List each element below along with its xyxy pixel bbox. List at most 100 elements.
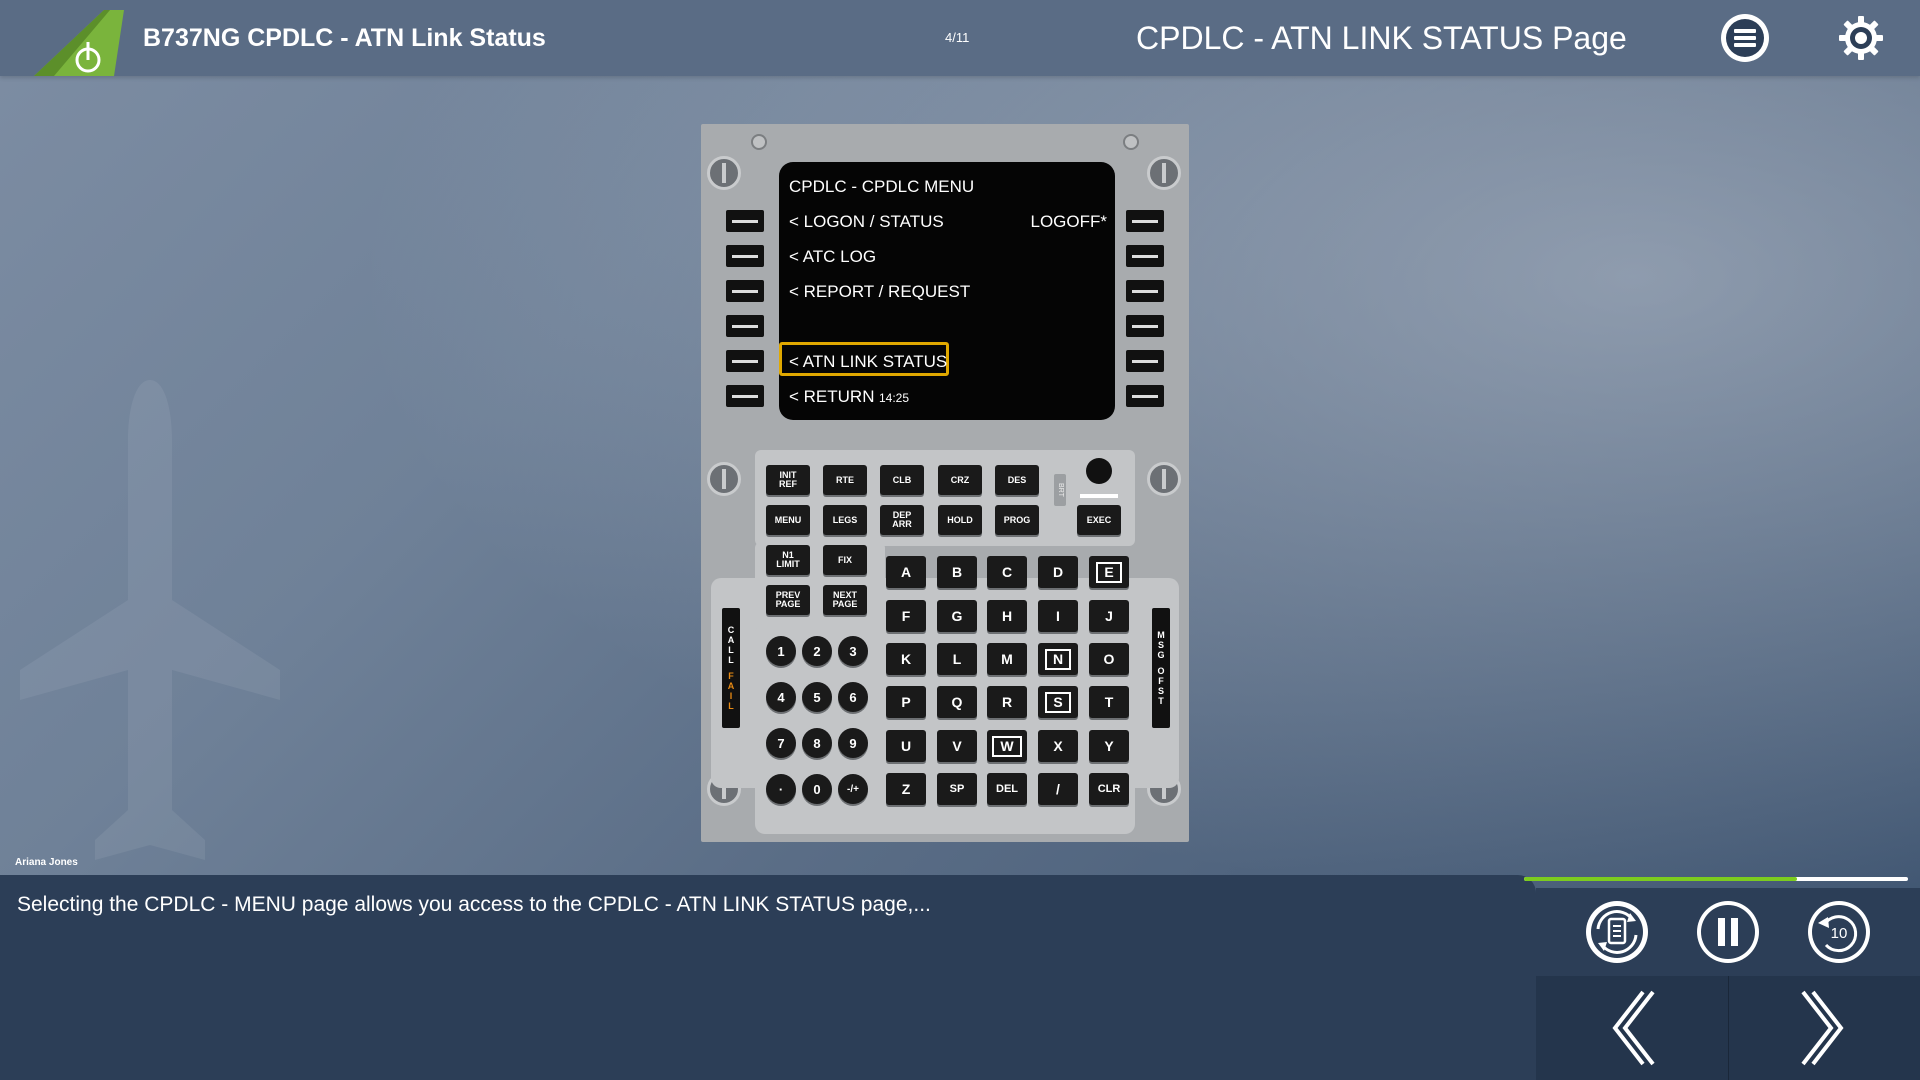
key-w[interactable]: W: [987, 730, 1027, 762]
settings-button[interactable]: [1837, 14, 1885, 62]
key-j[interactable]: J: [1089, 600, 1129, 632]
key-1[interactable]: 1: [766, 636, 796, 666]
brightness-knob[interactable]: [1086, 458, 1112, 484]
key-plus-minus[interactable]: -/+: [838, 774, 868, 804]
lsk-1l[interactable]: [726, 210, 764, 232]
key-label: SP: [949, 782, 965, 795]
key-a[interactable]: A: [886, 556, 926, 588]
key-d[interactable]: D: [1038, 556, 1078, 588]
key-hold[interactable]: HOLD: [938, 505, 982, 535]
panel-screw: [1147, 156, 1181, 190]
key-9[interactable]: 9: [838, 728, 868, 758]
key-t[interactable]: T: [1089, 686, 1129, 718]
transcript-panel: Selecting the CPDLC - MENU page allows y…: [0, 875, 1536, 1080]
transcript-text: Selecting the CPDLC - MENU page allows y…: [17, 893, 931, 916]
key-slash[interactable]: /: [1038, 773, 1078, 805]
key-label: K: [900, 650, 912, 667]
key-label: H: [1001, 607, 1013, 624]
key-g[interactable]: G: [937, 600, 977, 632]
msg-ofst-annunciator: MSG OFST: [1152, 608, 1170, 728]
key-x[interactable]: X: [1038, 730, 1078, 762]
key-s[interactable]: S: [1038, 686, 1078, 718]
key-l[interactable]: L: [937, 643, 977, 675]
key-del[interactable]: DEL: [987, 773, 1027, 805]
key-2[interactable]: 2: [802, 636, 832, 666]
key-label: N: [1044, 648, 1072, 670]
pause-button[interactable]: [1697, 901, 1759, 963]
key-des[interactable]: DES: [995, 465, 1039, 495]
fmc-cdu: CPDLC - CPDLC MENU < LOGON / STATUS LOGO…: [701, 124, 1189, 842]
player-controls: 10: [1536, 888, 1920, 1080]
key-rte[interactable]: RTE: [823, 465, 867, 495]
progress-bar[interactable]: [1524, 877, 1908, 881]
panel-bolt: [751, 134, 767, 150]
key-next-page[interactable]: NEXT PAGE: [823, 585, 867, 615]
key-clr[interactable]: CLR: [1089, 773, 1129, 805]
key-prev-page[interactable]: PREV PAGE: [766, 585, 810, 615]
prev-button[interactable]: [1602, 988, 1662, 1068]
key-label: /: [1056, 780, 1060, 797]
hamburger-menu-icon: [1722, 15, 1768, 61]
lsk-3l[interactable]: [726, 280, 764, 302]
key-sp[interactable]: SP: [937, 773, 977, 805]
key-h[interactable]: H: [987, 600, 1027, 632]
lsk-2r[interactable]: [1126, 245, 1164, 267]
key-u[interactable]: U: [886, 730, 926, 762]
lsk-6r[interactable]: [1126, 385, 1164, 407]
key-0[interactable]: 0: [802, 774, 832, 804]
key-menu[interactable]: MENU: [766, 505, 810, 535]
lsk-4l[interactable]: [726, 315, 764, 337]
key-fix[interactable]: FIX: [823, 545, 867, 575]
key-i[interactable]: I: [1038, 600, 1078, 632]
chevron-left-icon: [1612, 990, 1655, 1066]
key-exec[interactable]: EXEC: [1077, 505, 1121, 535]
key-6[interactable]: 6: [838, 682, 868, 712]
key-r[interactable]: R: [987, 686, 1027, 718]
key-4[interactable]: 4: [766, 682, 796, 712]
lsk-2l[interactable]: [726, 245, 764, 267]
key-3[interactable]: 3: [838, 636, 868, 666]
lsk-4r[interactable]: [1126, 315, 1164, 337]
key-crz[interactable]: CRZ: [938, 465, 982, 495]
key-5[interactable]: 5: [802, 682, 832, 712]
lsk-1r[interactable]: [1126, 210, 1164, 232]
key-legs[interactable]: LEGS: [823, 505, 867, 535]
key-b[interactable]: B: [937, 556, 977, 588]
key-n[interactable]: N: [1038, 643, 1078, 675]
key-label: S: [1045, 691, 1071, 713]
key-init-ref[interactable]: INIT REF: [766, 465, 810, 495]
key-o[interactable]: O: [1089, 643, 1129, 675]
transcript-refresh-icon: [1591, 906, 1643, 958]
key-8[interactable]: 8: [802, 728, 832, 758]
key-label: DEL: [996, 782, 1018, 795]
page-title: CPDLC - ATN LINK STATUS Page: [1136, 20, 1627, 56]
key-z[interactable]: Z: [886, 773, 926, 805]
key-prog[interactable]: PROG: [995, 505, 1039, 535]
next-button[interactable]: [1794, 988, 1854, 1068]
key-clb[interactable]: CLB: [880, 465, 924, 495]
key-c[interactable]: C: [987, 556, 1027, 588]
key-dot[interactable]: ·: [766, 774, 796, 804]
transcript-button[interactable]: [1586, 901, 1648, 963]
key-q[interactable]: Q: [937, 686, 977, 718]
key-p[interactable]: P: [886, 686, 926, 718]
key-y[interactable]: Y: [1089, 730, 1129, 762]
brt-label: BRT: [1054, 474, 1066, 506]
key-m[interactable]: M: [987, 643, 1027, 675]
key-v[interactable]: V: [937, 730, 977, 762]
key-dep-arr[interactable]: DEP ARR: [880, 505, 924, 535]
lsk-3r[interactable]: [1126, 280, 1164, 302]
key-label: M: [1001, 650, 1013, 667]
key-f[interactable]: F: [886, 600, 926, 632]
key-e[interactable]: E: [1089, 556, 1129, 588]
key-n1-limit[interactable]: N1 LIMIT: [766, 545, 810, 575]
lsk-6l[interactable]: [726, 385, 764, 407]
lsk-5r[interactable]: [1126, 350, 1164, 372]
screen-title: CPDLC - CPDLC MENU: [789, 177, 975, 196]
lsk-5l[interactable]: [726, 350, 764, 372]
key-k[interactable]: K: [886, 643, 926, 675]
call-label: CALL: [726, 625, 736, 665]
menu-button[interactable]: [1721, 14, 1769, 62]
key-7[interactable]: 7: [766, 728, 796, 758]
replay-10-button[interactable]: 10: [1808, 901, 1870, 963]
